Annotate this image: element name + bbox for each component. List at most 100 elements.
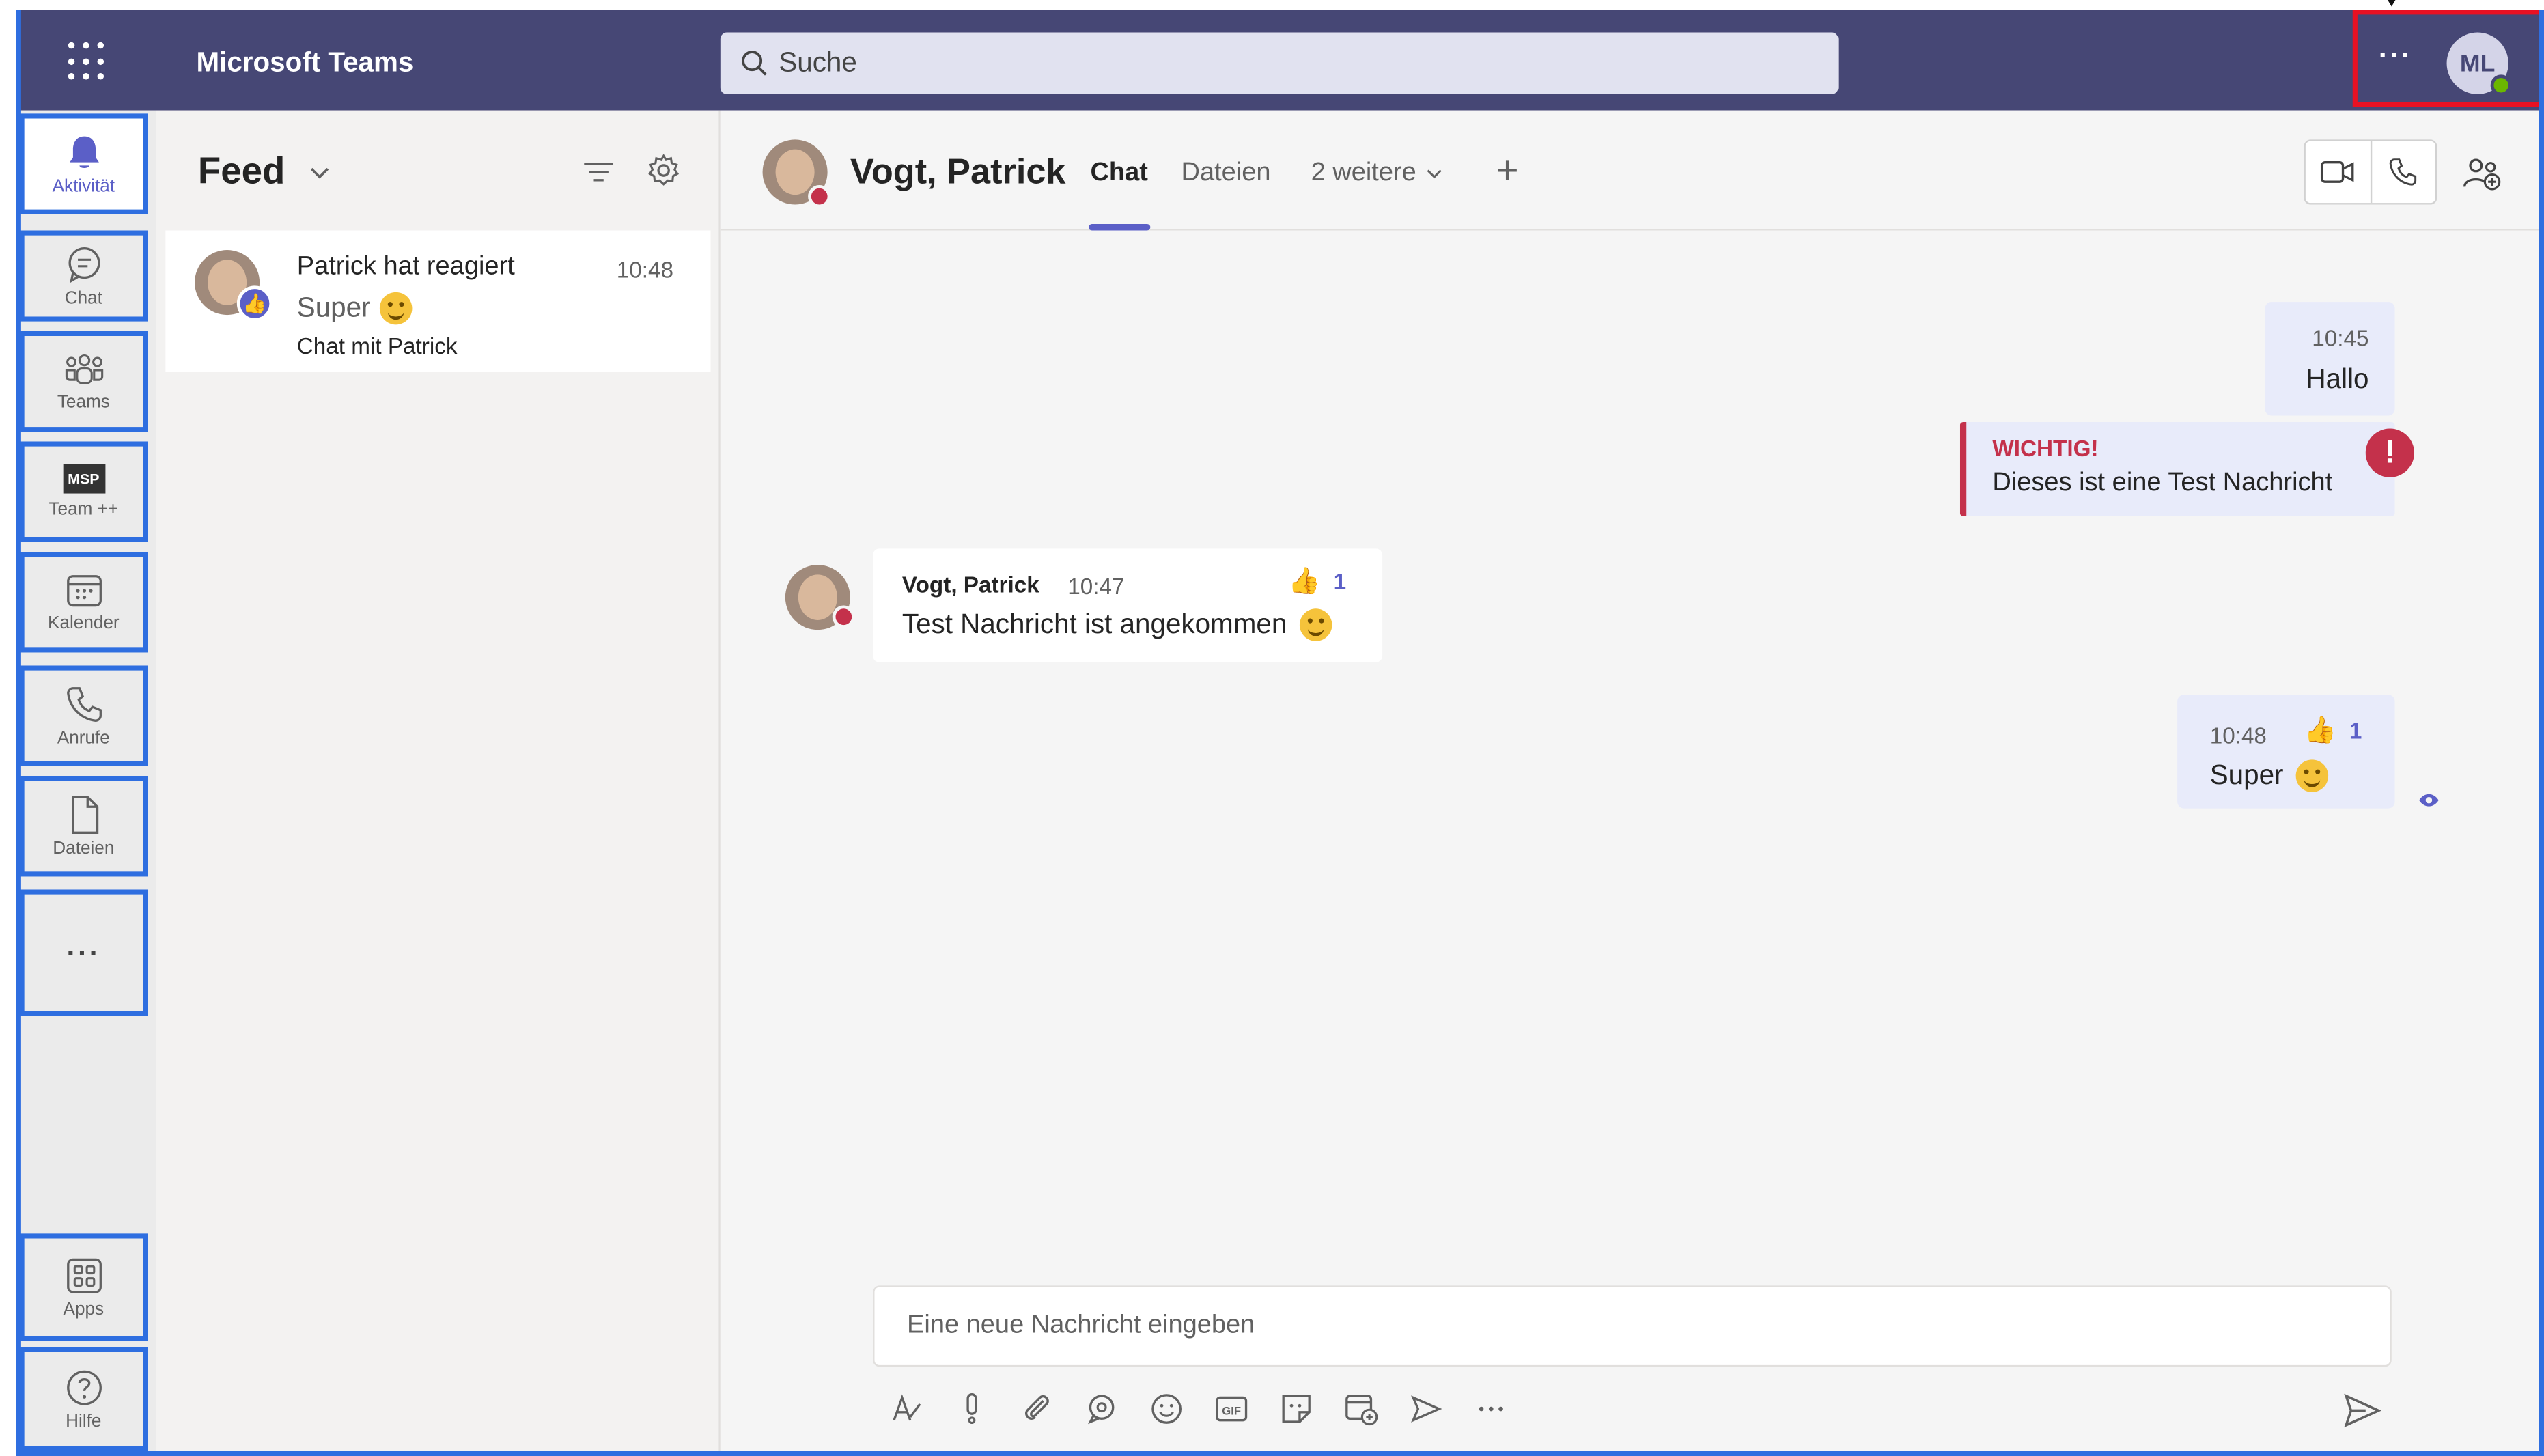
rail-item-activity[interactable]: Aktivität xyxy=(19,113,148,214)
rail-item-label: Hilfe xyxy=(66,1412,102,1432)
message-text: Test Nachricht ist angekommen xyxy=(901,608,1287,640)
reaction-like-icon: 👍 xyxy=(236,285,273,322)
chevron-down-icon[interactable] xyxy=(308,165,331,182)
message-text: Super xyxy=(2209,759,2284,791)
calendar-icon xyxy=(66,575,101,607)
sender-name: Vogt, Patrick xyxy=(901,571,1039,598)
sticker-icon[interactable] xyxy=(1278,1391,1314,1427)
message-composer[interactable] xyxy=(873,1285,2392,1367)
rail-item-label: Chat xyxy=(64,289,102,309)
important-message[interactable]: WICHTIG! Dieses ist eine Test Nachricht xyxy=(1959,421,2395,516)
bell-icon xyxy=(68,136,98,168)
send-icon[interactable] xyxy=(2343,1392,2382,1428)
video-camera-icon xyxy=(2320,161,2353,183)
rail-item-help[interactable]: Hilfe xyxy=(19,1347,148,1451)
outgoing-message[interactable]: 10:45 Hallo xyxy=(2265,302,2395,416)
video-call-button[interactable] xyxy=(2306,141,2370,203)
phone-icon xyxy=(2390,158,2417,186)
message-time: 10:45 xyxy=(2312,324,2369,351)
message-text: Dieses ist eine Test Nachricht xyxy=(1992,468,2333,497)
search-icon xyxy=(742,51,767,76)
thumbs-up-icon: 👍 xyxy=(2304,717,2336,745)
audio-call-button[interactable] xyxy=(2371,141,2435,203)
message-body: Super xyxy=(2209,759,2330,792)
active-tab-indicator xyxy=(1089,223,1151,231)
filter-icon[interactable] xyxy=(583,159,615,185)
gear-icon[interactable] xyxy=(646,152,682,188)
feed-item-preview-text: Super xyxy=(296,292,371,323)
gif-icon[interactable]: GIF xyxy=(1214,1391,1249,1427)
phone-icon xyxy=(66,687,101,722)
search-input[interactable] xyxy=(779,32,1817,94)
feed-item-preview: Super xyxy=(297,292,413,325)
top-margin xyxy=(0,0,2544,10)
app-title: Microsoft Teams xyxy=(196,46,414,79)
feed-item-time: 10:48 xyxy=(616,256,674,283)
rail-item-more[interactable]: ··· xyxy=(19,889,148,1016)
add-people-icon[interactable] xyxy=(2463,156,2502,191)
presence-busy-icon xyxy=(832,605,855,628)
teams-window: Microsoft Teams ··· ML Aktivität Chat xyxy=(0,0,2544,1456)
tab-more[interactable]: 2 weitere xyxy=(1311,159,1442,188)
seen-eye-icon xyxy=(2419,794,2439,807)
feed-item[interactable]: 👍 Patrick hat reagiert 10:48 Super Chat … xyxy=(165,230,711,372)
title-bar: Microsoft Teams ··· ML xyxy=(16,10,2544,111)
rail-item-team-plus[interactable]: MSP Team ++ xyxy=(19,441,148,542)
rail-item-teams[interactable]: Teams xyxy=(19,331,148,432)
composer-toolbar: GIF xyxy=(889,1386,1509,1432)
rail-item-calendar[interactable]: Kalender xyxy=(19,552,148,653)
tab-chat[interactable]: Chat xyxy=(1090,159,1147,188)
loop-icon[interactable] xyxy=(1084,1391,1119,1427)
format-icon[interactable] xyxy=(889,1391,925,1427)
smile-emoji-icon xyxy=(380,292,413,325)
annotation-arrow-icon xyxy=(2388,0,2396,7)
important-label: WICHTIG! xyxy=(1992,434,2099,462)
rail-item-label: Anrufe xyxy=(57,729,110,748)
message-input[interactable] xyxy=(907,1287,2368,1365)
rail-item-files[interactable]: Dateien xyxy=(19,776,148,877)
more-icon[interactable] xyxy=(1473,1391,1509,1427)
add-tab-icon[interactable]: + xyxy=(1496,150,1518,195)
message-text: Hallo xyxy=(2306,363,2369,395)
rail-item-label: Teams xyxy=(57,393,110,412)
apps-icon xyxy=(66,1258,101,1293)
reaction[interactable]: 👍 1 xyxy=(2304,714,2362,747)
contact-name: Vogt, Patrick xyxy=(850,151,1066,192)
reaction-count: 1 xyxy=(2349,717,2362,744)
reaction[interactable]: 👍 1 xyxy=(1288,565,1346,598)
app-frame: Microsoft Teams ··· ML Aktivität Chat xyxy=(16,10,2544,1456)
thumbs-up-icon: 👍 xyxy=(1288,568,1321,596)
praise-icon[interactable] xyxy=(1408,1391,1444,1427)
svg-text:GIF: GIF xyxy=(1222,1404,1241,1417)
feed-item-title: Patrick hat reagiert xyxy=(296,253,515,281)
chat-bubble-icon xyxy=(68,247,100,283)
reaction-count: 1 xyxy=(1333,568,1347,594)
file-icon xyxy=(71,796,98,834)
rail-item-label: Aktivität xyxy=(52,177,115,197)
chat-pane: Vogt, Patrick Chat Dateien 2 weitere + 1… xyxy=(720,110,2544,1456)
rail-item-calls[interactable]: Anrufe xyxy=(19,665,148,766)
schedule-meeting-icon[interactable] xyxy=(1343,1391,1379,1427)
search-box[interactable] xyxy=(720,32,1839,94)
app-launcher-icon[interactable] xyxy=(68,42,107,81)
rail-item-chat[interactable]: Chat xyxy=(19,230,148,322)
tab-files[interactable]: Dateien xyxy=(1182,159,1271,188)
incoming-message[interactable]: Vogt, Patrick 10:47 👍 1 Test Nachricht i… xyxy=(873,548,1383,662)
activity-feed-panel: Feed 👍 Patrick hat reagiert 10:48 Super … xyxy=(156,110,721,1456)
presence-busy-icon xyxy=(808,184,831,208)
emoji-icon[interactable] xyxy=(1149,1391,1184,1427)
outgoing-message[interactable]: 10:48 👍 1 Super xyxy=(2177,695,2395,809)
help-icon xyxy=(66,1370,101,1405)
rail-item-label: Kalender xyxy=(48,613,120,633)
more-icon: ··· xyxy=(66,936,101,968)
app-rail: Aktivität Chat Teams MSP Team ++ Kalende… xyxy=(16,110,156,1456)
msp-logo: MSP xyxy=(62,464,105,494)
feed-title[interactable]: Feed xyxy=(198,150,285,193)
people-group-icon xyxy=(64,354,103,384)
chevron-down-icon xyxy=(1427,169,1442,179)
rail-item-apps[interactable]: Apps xyxy=(19,1233,148,1341)
feed-item-context: Chat mit Patrick xyxy=(296,333,458,359)
priority-icon[interactable] xyxy=(954,1391,990,1427)
attach-icon[interactable] xyxy=(1019,1391,1054,1427)
rail-item-label: Team ++ xyxy=(48,500,119,520)
